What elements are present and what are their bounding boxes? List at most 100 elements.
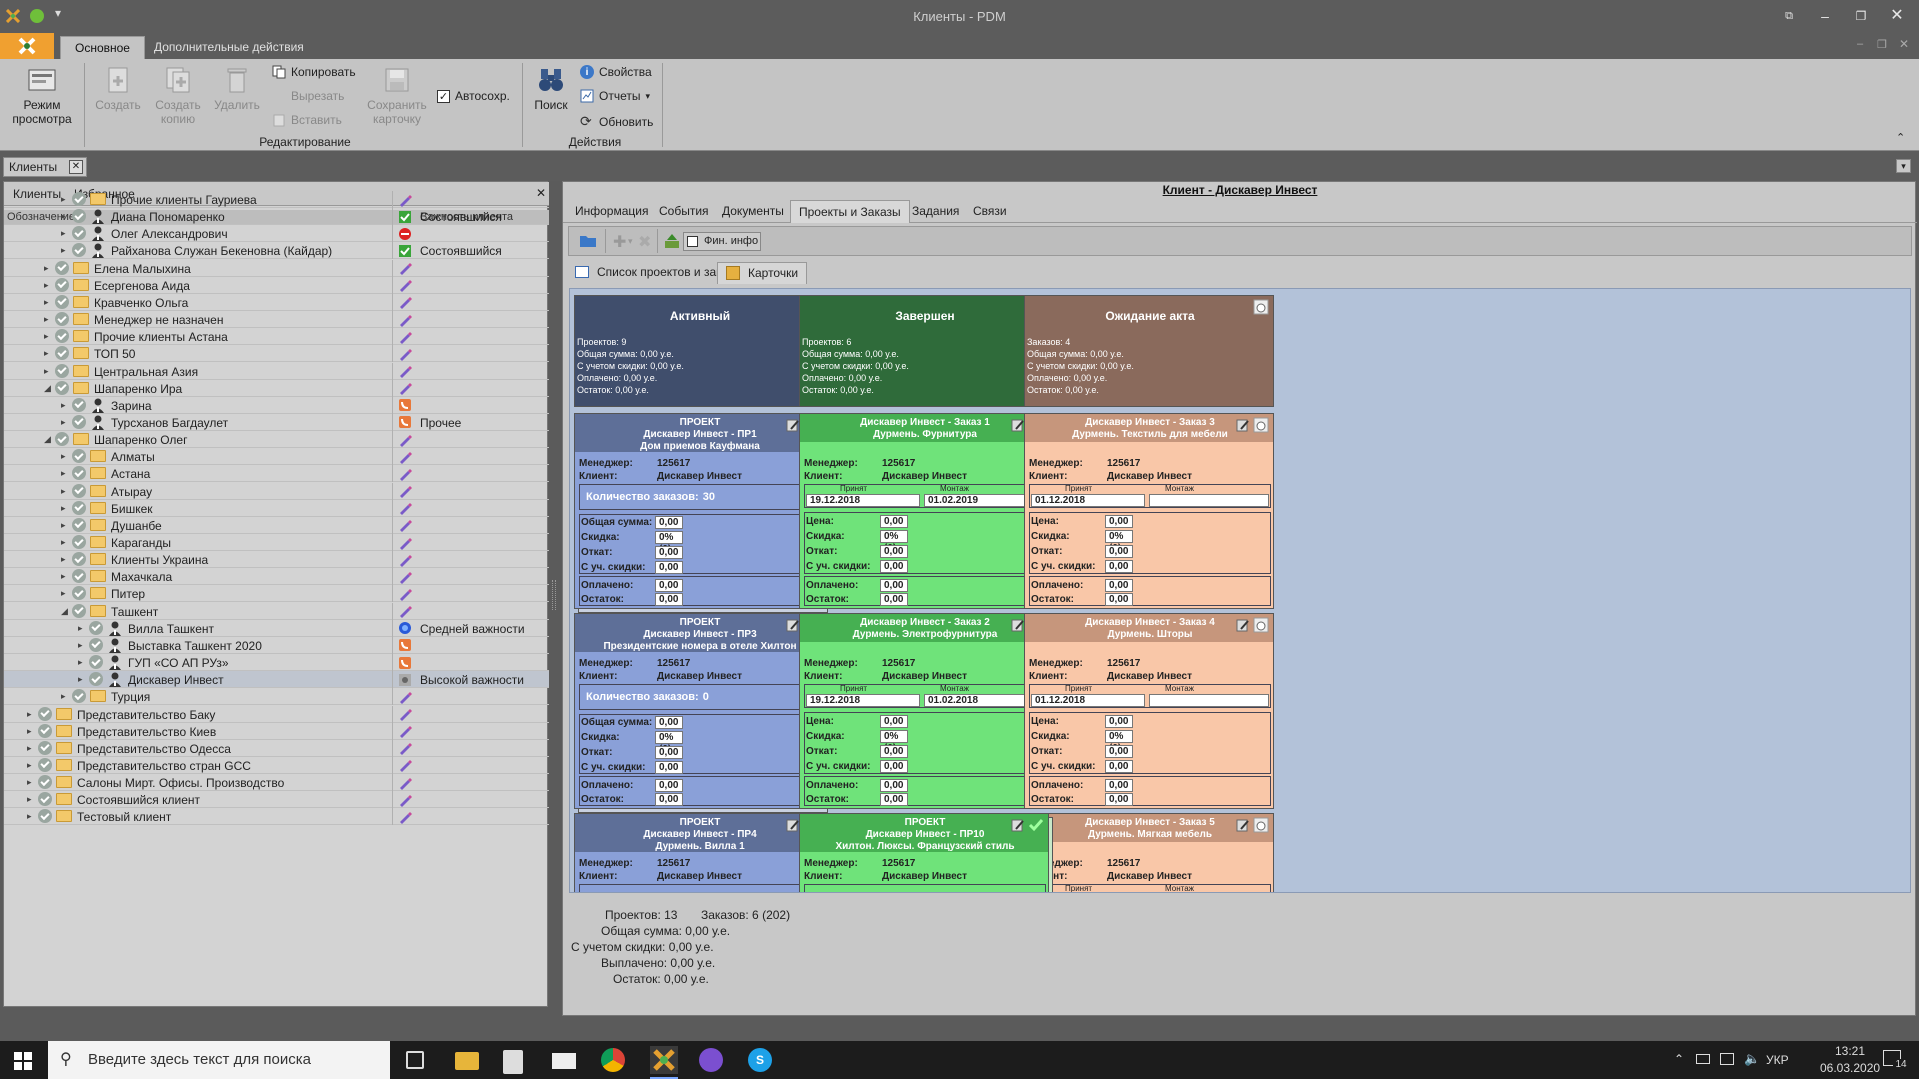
close-button[interactable]: ✕: [1882, 4, 1912, 28]
tree-row[interactable]: ▸ Состоявшийся клиент: [4, 791, 549, 809]
expand-arrow-icon[interactable]: ▸: [78, 623, 88, 633]
expand-arrow-icon[interactable]: ▸: [44, 314, 54, 324]
mdi-restore-icon[interactable]: ❐: [1877, 38, 1887, 51]
splitter-handle[interactable]: [552, 580, 556, 610]
tree-row[interactable]: ▸ Представительство Баку: [4, 705, 549, 723]
tab-main[interactable]: Основное: [60, 36, 145, 59]
maximize-button[interactable]: ❐: [1846, 4, 1876, 28]
expand-arrow-icon[interactable]: ▸: [44, 331, 54, 341]
tree-row[interactable]: ▸ Представительство Киев: [4, 722, 549, 740]
edit-card-icon[interactable]: [1235, 617, 1251, 633]
expand-arrow-icon[interactable]: ▸: [27, 777, 37, 787]
tree-row[interactable]: ▸ Душанбе: [4, 516, 549, 534]
project-card[interactable]: ПРОЕКТ Дискавер Инвест - ПР3 Президентские…: [574, 613, 824, 809]
add-icon[interactable]: ✚: [613, 232, 626, 252]
tree-row[interactable]: ▸ Есергенова Аида: [4, 276, 549, 294]
tab-documents[interactable]: Документы: [722, 204, 784, 218]
tree-row[interactable]: ▸ Прочие клиенты Астана: [4, 328, 549, 346]
expand-arrow-icon[interactable]: ▸: [27, 709, 37, 719]
subtab-cards[interactable]: Карточки: [717, 262, 808, 284]
cut-button[interactable]: Вырезать: [272, 89, 344, 103]
expand-arrow-icon[interactable]: ▸: [27, 726, 37, 736]
pdm-app-icon[interactable]: [650, 1046, 678, 1074]
expand-arrow-icon[interactable]: ▸: [27, 743, 37, 753]
tree-row[interactable]: ▸ Олег Александрович: [4, 225, 549, 243]
expand-arrow-icon[interactable]: ▸: [78, 657, 88, 667]
tree-row[interactable]: ▸ Райханова Служан Бекеновна (Кайдар) Сост…: [4, 242, 549, 260]
paste-button[interactable]: Вставить: [272, 113, 342, 127]
edit-card-icon[interactable]: [1235, 817, 1251, 833]
expand-arrow-icon[interactable]: ◢: [61, 606, 71, 616]
order-card[interactable]: Дискавер Инвест - Заказ 5 Дурмень. Мягкая…: [1024, 813, 1274, 892]
chevron-down-icon[interactable]: ▾: [628, 236, 633, 247]
expand-arrow-icon[interactable]: ▸: [44, 297, 54, 307]
collapse-ribbon-icon[interactable]: ⌃: [1896, 131, 1905, 144]
volume-icon[interactable]: 🔈: [1744, 1051, 1760, 1067]
task-view-icon[interactable]: [406, 1051, 424, 1069]
tab-list-dropdown-icon[interactable]: ▾: [1896, 159, 1911, 173]
search-button[interactable]: Поиск: [528, 65, 574, 112]
tree-row[interactable]: ▸ Зарина: [4, 396, 549, 414]
tree-row[interactable]: ▸ Дискавер Инвест Высокой важности: [4, 671, 549, 689]
autosave-checkbox[interactable]: ✓ Автосохр.: [437, 89, 510, 103]
tree-row[interactable]: ▸ Выставка Ташкент 2020: [4, 636, 549, 654]
properties-button[interactable]: i Свойства: [580, 65, 652, 79]
tab-links[interactable]: Связи: [973, 204, 1007, 218]
tree-row[interactable]: ▸ Астана: [4, 465, 549, 483]
expand-arrow-icon[interactable]: ▸: [27, 794, 37, 804]
file-explorer-icon[interactable]: [455, 1052, 479, 1070]
create-button[interactable]: Создать: [92, 65, 144, 112]
tree-row[interactable]: ◢ Ташкент: [4, 602, 549, 620]
mdi-close-icon[interactable]: ✕: [1899, 37, 1909, 51]
copy-button[interactable]: Копировать: [272, 65, 356, 79]
clock-time[interactable]: 13:21: [1820, 1044, 1880, 1058]
edit-card-icon[interactable]: [1010, 817, 1026, 833]
expand-arrow-icon[interactable]: ▸: [61, 486, 71, 496]
expand-arrow-icon[interactable]: ▸: [61, 245, 71, 255]
delete-button[interactable]: Удалить: [212, 65, 262, 112]
tree-row[interactable]: ▸ Центральная Азия: [4, 362, 549, 380]
expand-arrow-icon[interactable]: ▸: [61, 194, 71, 204]
expand-arrow-icon[interactable]: ▸: [61, 417, 71, 427]
expand-arrow-icon[interactable]: ▸: [44, 366, 54, 376]
expand-arrow-icon[interactable]: ▸: [44, 348, 54, 358]
tree-row[interactable]: ▸ Караганды: [4, 534, 549, 551]
tree-row[interactable]: ▸ Турция: [4, 688, 549, 706]
tree-row[interactable]: ▸ Махачкала: [4, 568, 549, 586]
project-card[interactable]: ПРОЕКТ Дискавер Инвест - ПР1 Дом приемов К…: [574, 413, 824, 609]
expand-arrow-icon[interactable]: ▸: [61, 228, 71, 238]
tree-row[interactable]: ▸ Кравченко Ольга: [4, 293, 549, 311]
tree-row[interactable]: ◢ Шапаренко Олег: [4, 431, 549, 449]
create-copy-button[interactable]: Создать копию: [150, 65, 206, 126]
store-icon[interactable]: [503, 1050, 523, 1074]
tree-row[interactable]: ▸ Салоны Мирт. Офисы. Производство: [4, 774, 549, 792]
tree-row[interactable]: ▸ Клиенты Украина: [4, 551, 549, 569]
edit-card-icon[interactable]: [1235, 417, 1251, 433]
reports-button[interactable]: Отчеты ▾: [580, 89, 650, 103]
expand-arrow-icon[interactable]: ▸: [61, 691, 71, 701]
expand-arrow-icon[interactable]: ▸: [61, 468, 71, 478]
app-menu-button[interactable]: [0, 33, 54, 59]
tree-row[interactable]: ▸ Питер: [4, 585, 549, 603]
project-card[interactable]: ПРОЕКТ Дискавер Инвест - ПР4 Дурмень. Вилл…: [574, 813, 824, 892]
ribbon-toggle-icon[interactable]: ⧉: [1774, 4, 1804, 28]
tree-row[interactable]: ▸ Бишкек: [4, 499, 549, 517]
tab-events[interactable]: События: [659, 204, 709, 218]
delete-icon[interactable]: ✖: [638, 232, 651, 252]
network-icon[interactable]: [1720, 1053, 1734, 1065]
save-card-button[interactable]: Сохранить карточку: [362, 65, 432, 126]
project-card[interactable]: ПРОЕКТ Дискавер Инвест - ПР10 Хилтон. Люкс…: [799, 813, 1049, 892]
tab-projects-orders[interactable]: Проекты и Заказы: [790, 200, 910, 223]
fin-info-toggle[interactable]: Фин. инфо: [683, 232, 761, 251]
order-card[interactable]: Дискавер Инвест - Заказ 4 Дурмень. Шторы М…: [1024, 613, 1274, 809]
expand-arrow-icon[interactable]: ▸: [44, 280, 54, 290]
tree-row[interactable]: ▸ Представительство стран GCC: [4, 756, 549, 774]
expand-arrow-icon[interactable]: ▸: [61, 503, 71, 513]
tree-row[interactable]: ◢ Шапаренко Ира: [4, 379, 549, 397]
view-mode-button[interactable]: Режим просмотра: [6, 65, 78, 126]
expand-arrow-icon[interactable]: ▸: [44, 263, 54, 273]
tray-chevron-up-icon[interactable]: ⌃: [1674, 1052, 1684, 1066]
expand-arrow-icon[interactable]: ▸: [61, 571, 71, 581]
expand-arrow-icon[interactable]: ▸: [27, 811, 37, 821]
tree-row[interactable]: ▸ Прочие клиенты Гауриева: [4, 191, 549, 208]
